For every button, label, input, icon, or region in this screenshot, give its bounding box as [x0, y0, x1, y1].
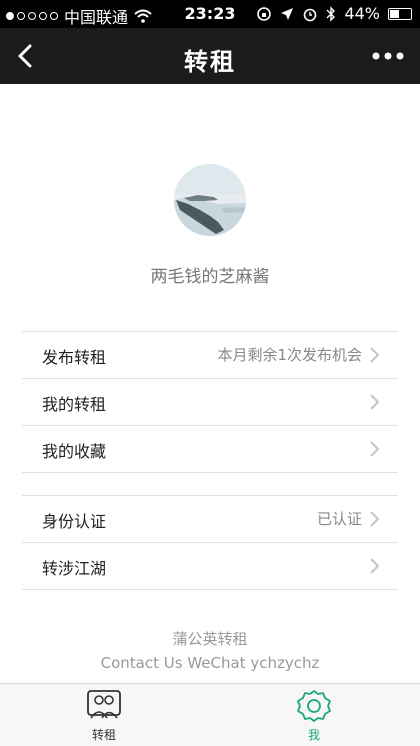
tab-label-sublet: 转租	[91, 728, 116, 742]
menu-item-community[interactable]: 转涉江湖	[22, 543, 398, 590]
menu-item-label: 身份认证	[42, 512, 107, 531]
chevron-right-icon	[370, 441, 380, 457]
menu-item-label: 我的收藏	[42, 442, 107, 461]
battery-icon	[388, 7, 412, 20]
chevron-right-icon	[370, 347, 380, 363]
more-options-icon[interactable]	[370, 42, 406, 70]
menu-item-label: 我的转租	[42, 395, 107, 414]
menu-item-label: 发布转租	[42, 348, 107, 367]
tab-me[interactable]: 我	[264, 688, 364, 743]
menu-group-primary: 发布转租 本月剩余1次发布机会 我的转租 我的收藏	[22, 331, 398, 473]
status-right: 44%	[256, 4, 412, 23]
navigation-bar: 转租	[0, 28, 420, 84]
battery-level	[390, 9, 399, 18]
tab-bar: 转租 我	[0, 683, 420, 746]
avatar-image	[174, 164, 246, 236]
page-title: 转租	[184, 48, 236, 76]
people-icon	[87, 690, 121, 719]
publish-remaining-text: 本月剩余1次发布机会	[217, 346, 362, 364]
tab-label-me: 我	[307, 728, 320, 742]
menu-item-label: 转涉江湖	[42, 559, 107, 578]
status-bar: 中国联通 23:23 44%	[0, 0, 420, 28]
chevron-right-icon	[370, 394, 380, 410]
battery-percent: 44%	[344, 4, 380, 23]
verification-status: 已认证	[316, 510, 362, 528]
menu-group-secondary: 身份认证 已认证 转涉江湖	[22, 495, 398, 590]
bluetooth-icon	[326, 5, 336, 22]
menu-item-identity-verification[interactable]: 身份认证 已认证	[22, 496, 398, 543]
menu-item-my-sublets[interactable]: 我的转租	[22, 379, 398, 426]
rotation-lock-icon	[257, 6, 272, 21]
footer-contact: Contact Us WeChat ychzychz	[100, 654, 320, 672]
footer-brand: 蒲公英转租	[172, 630, 248, 648]
username: 两毛钱的芝麻酱	[150, 267, 270, 287]
chevron-right-icon	[370, 511, 380, 527]
alarm-icon	[304, 8, 317, 21]
tab-sublet[interactable]: 转租	[54, 688, 154, 743]
menu-item-publish-sublet[interactable]: 发布转租 本月剩余1次发布机会	[22, 332, 398, 379]
avatar[interactable]	[174, 164, 246, 236]
chevron-right-icon	[370, 558, 380, 574]
location-arrow-icon	[281, 7, 294, 20]
gear-icon	[297, 690, 331, 722]
menu-item-my-favorites[interactable]: 我的收藏	[22, 426, 398, 473]
